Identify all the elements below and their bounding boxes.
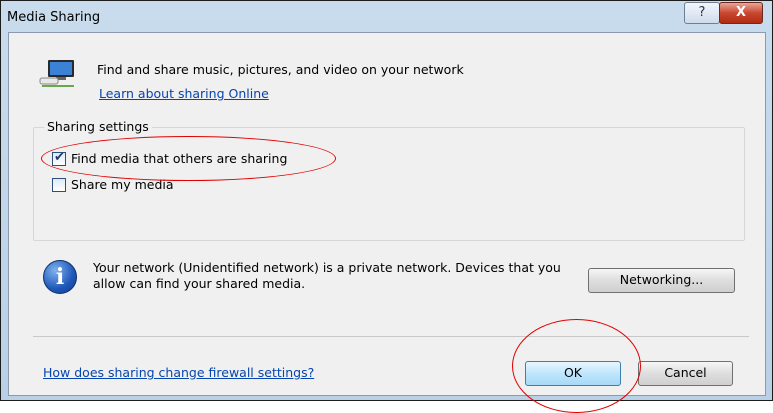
annotation-ellipse-ok xyxy=(512,319,641,413)
header-text: Find and share music, pictures, and vide… xyxy=(97,62,464,77)
cancel-button[interactable]: Cancel xyxy=(638,361,733,386)
separator xyxy=(33,336,749,337)
share-media-checkbox[interactable] xyxy=(52,177,66,192)
networking-button[interactable]: Networking... xyxy=(588,268,735,293)
dialog-body: Find and share music, pictures, and vide… xyxy=(8,32,766,413)
title-bar: Media Sharing ? X xyxy=(1,1,772,33)
close-button[interactable]: X xyxy=(719,2,763,24)
annotation-ellipse-find-media xyxy=(41,136,336,181)
network-status-text: Your network (Unidentified network) is a… xyxy=(93,260,561,291)
dialog-title: Media Sharing xyxy=(7,10,101,25)
media-sharing-dialog: Media Sharing ? X Find and share music, … xyxy=(0,0,773,413)
help-button[interactable]: ? xyxy=(684,2,720,24)
media-network-icon xyxy=(39,60,74,87)
firewall-settings-link[interactable]: How does sharing change firewall setting… xyxy=(43,365,314,380)
info-icon: i xyxy=(43,260,77,294)
learn-about-sharing-link[interactable]: Learn about sharing Online xyxy=(99,86,269,101)
sharing-settings-label: Sharing settings xyxy=(44,119,152,134)
